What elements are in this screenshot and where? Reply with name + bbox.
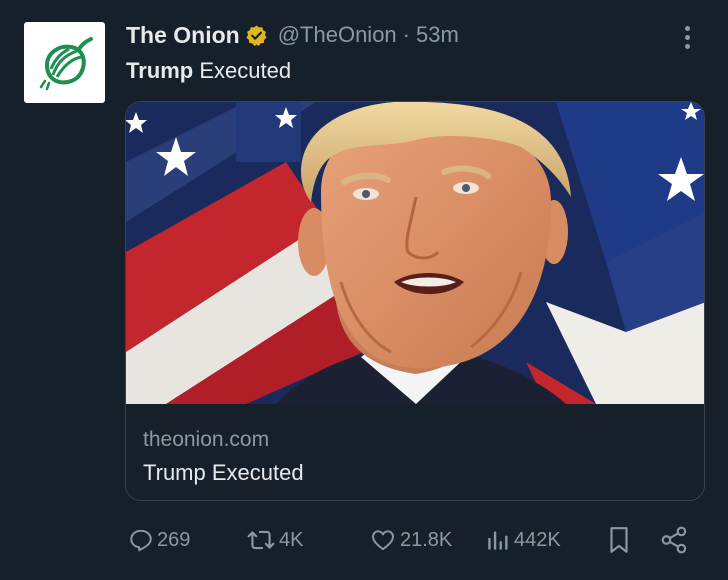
views-count: 442K: [514, 528, 561, 551]
tweet-text-rest: Executed: [193, 58, 292, 83]
reply-button[interactable]: 269: [128, 520, 190, 560]
card-image[interactable]: [126, 102, 705, 404]
action-bar: 269 4K 21.8K 442K: [0, 520, 728, 560]
analytics-icon: [488, 531, 508, 550]
views-button[interactable]: 442K: [485, 520, 561, 560]
tweet-text-bold: Trump: [126, 58, 194, 83]
share-icon: [661, 526, 687, 554]
card-meta: theonion.com Trump Executed: [126, 404, 704, 500]
more-options-icon[interactable]: [676, 22, 698, 52]
share-button[interactable]: [660, 520, 690, 560]
card-domain: theonion.com: [143, 428, 270, 451]
avatar[interactable]: [24, 22, 105, 103]
separator-dot: ·: [402, 22, 410, 47]
display-name[interactable]: The Onion: [126, 22, 240, 49]
tweet-text: Trump Executed: [126, 58, 291, 84]
retweet-icon: [247, 530, 275, 550]
tweet[interactable]: The Onion @TheOnion · 53m Trump Executed: [0, 0, 728, 580]
link-card[interactable]: theonion.com Trump Executed: [125, 101, 705, 501]
verified-badge-icon: [246, 24, 267, 46]
tweet-header: The Onion @TheOnion · 53m: [126, 20, 459, 50]
card-title[interactable]: Trump Executed: [143, 460, 304, 486]
like-count: 21.8K: [400, 528, 453, 551]
timestamp[interactable]: 53m: [416, 22, 459, 48]
like-button[interactable]: 21.8K: [369, 520, 452, 560]
reply-icon: [130, 529, 152, 552]
bookmark-button[interactable]: [606, 520, 632, 560]
bookmark-icon: [610, 527, 628, 553]
retweet-count: 4K: [279, 528, 304, 551]
user-handle[interactable]: @TheOnion: [278, 22, 397, 48]
onion-logo-icon: [39, 36, 93, 90]
retweet-button[interactable]: 4K: [246, 520, 303, 560]
heart-icon: [372, 530, 394, 551]
reply-count: 269: [157, 528, 191, 551]
